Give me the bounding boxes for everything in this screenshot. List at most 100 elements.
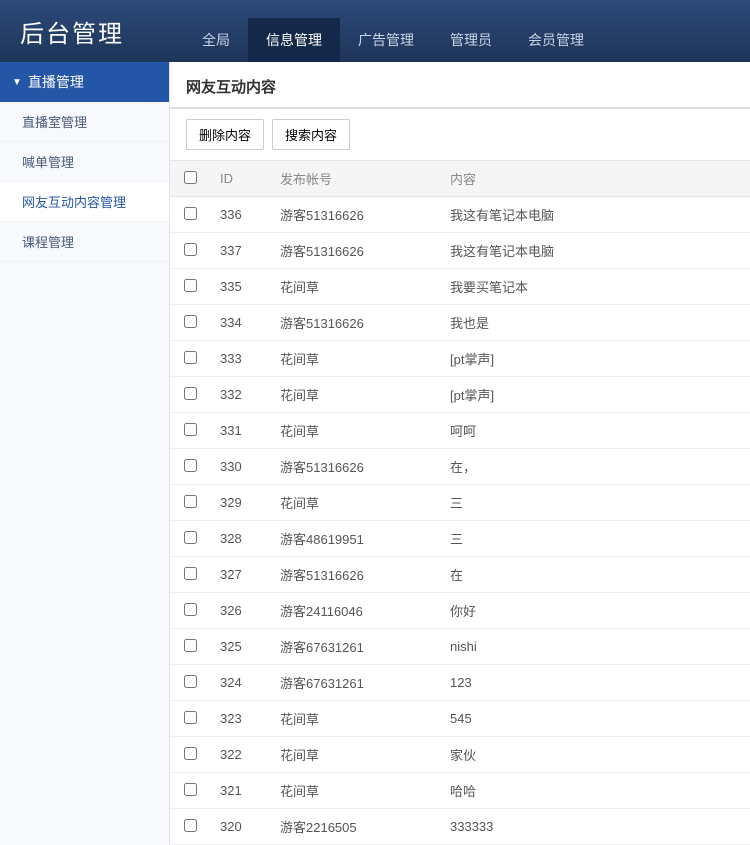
- table-row: 334游客51316626我也是: [170, 305, 750, 341]
- sidebar-item[interactable]: 直播室管理: [0, 102, 169, 142]
- cell-content: 123: [440, 665, 750, 701]
- row-checkbox[interactable]: [184, 495, 197, 508]
- cell-id: 333: [210, 341, 270, 377]
- sidebar-items: 直播室管理喊单管理网友互动内容管理课程管理: [0, 102, 169, 262]
- chevron-down-icon: ▼: [12, 77, 22, 88]
- cell-user: 游客67631261: [270, 665, 440, 701]
- main-nav-item[interactable]: 管理员: [432, 18, 510, 62]
- cell-user: 花间草: [270, 485, 440, 521]
- logo: 后台管理: [20, 14, 124, 49]
- table-row: 321花间草哈哈: [170, 773, 750, 809]
- cell-id: 320: [210, 809, 270, 845]
- cell-content: nishi: [440, 629, 750, 665]
- col-header-content: 内容: [440, 161, 750, 197]
- cell-id: 328: [210, 521, 270, 557]
- cell-content: 333333: [440, 809, 750, 845]
- row-checkbox[interactable]: [184, 747, 197, 760]
- cell-content: 我这有笔记本电脑: [440, 233, 750, 269]
- table-row: 323花间草545: [170, 701, 750, 737]
- cell-id: 326: [210, 593, 270, 629]
- cell-content: 我要买笔记本: [440, 269, 750, 305]
- row-checkbox[interactable]: [184, 243, 197, 256]
- main-nav-item[interactable]: 会员管理: [510, 18, 602, 62]
- table-row: 330游客51316626在，: [170, 449, 750, 485]
- cell-content: 呵呵: [440, 413, 750, 449]
- cell-user: 游客67631261: [270, 629, 440, 665]
- sidebar-item[interactable]: 网友互动内容管理: [0, 182, 169, 222]
- header: 后台管理 全局信息管理广告管理管理员会员管理: [0, 0, 750, 62]
- table-row: 336游客51316626我这有笔记本电脑: [170, 197, 750, 233]
- row-checkbox[interactable]: [184, 531, 197, 544]
- table-row: 329花间草三: [170, 485, 750, 521]
- cell-user: 游客51316626: [270, 197, 440, 233]
- cell-content: 545: [440, 701, 750, 737]
- page-title: 网友互动内容: [170, 62, 750, 109]
- cell-id: 334: [210, 305, 270, 341]
- cell-user: 花间草: [270, 377, 440, 413]
- table-row: 320游客2216505333333: [170, 809, 750, 845]
- cell-content: 三: [440, 485, 750, 521]
- row-checkbox[interactable]: [184, 423, 197, 436]
- row-checkbox[interactable]: [184, 567, 197, 580]
- cell-content: 三: [440, 521, 750, 557]
- cell-user: 花间草: [270, 413, 440, 449]
- cell-id: 321: [210, 773, 270, 809]
- table-row: 324游客67631261123: [170, 665, 750, 701]
- row-checkbox[interactable]: [184, 639, 197, 652]
- content: 网友互动内容 删除内容 搜索内容 ID 发布帐号 内容 336游客5131662…: [170, 62, 750, 845]
- cell-id: 322: [210, 737, 270, 773]
- row-checkbox[interactable]: [184, 783, 197, 796]
- cell-user: 游客24116046: [270, 593, 440, 629]
- cell-user: 花间草: [270, 701, 440, 737]
- cell-content: [pt掌声]: [440, 377, 750, 413]
- cell-id: 331: [210, 413, 270, 449]
- cell-user: 花间草: [270, 269, 440, 305]
- cell-user: 花间草: [270, 737, 440, 773]
- search-button[interactable]: 搜索内容: [272, 119, 350, 150]
- sidebar: ▼ 直播管理 直播室管理喊单管理网友互动内容管理课程管理: [0, 62, 170, 845]
- sidebar-item[interactable]: 课程管理: [0, 222, 169, 262]
- col-header-check: [170, 161, 210, 197]
- sidebar-group-header[interactable]: ▼ 直播管理: [0, 62, 169, 102]
- cell-user: 游客51316626: [270, 449, 440, 485]
- cell-id: 329: [210, 485, 270, 521]
- row-checkbox[interactable]: [184, 675, 197, 688]
- table-row: 327游客51316626在: [170, 557, 750, 593]
- row-checkbox[interactable]: [184, 711, 197, 724]
- cell-user: 游客48619951: [270, 521, 440, 557]
- row-checkbox[interactable]: [184, 315, 197, 328]
- cell-content: [pt掌声]: [440, 341, 750, 377]
- table-row: 326游客24116046你好: [170, 593, 750, 629]
- select-all-checkbox[interactable]: [184, 171, 197, 184]
- cell-content: 我也是: [440, 305, 750, 341]
- main-nav-item[interactable]: 广告管理: [340, 18, 432, 62]
- row-checkbox[interactable]: [184, 207, 197, 220]
- main-nav: 全局信息管理广告管理管理员会员管理: [184, 0, 602, 62]
- cell-content: 我这有笔记本电脑: [440, 197, 750, 233]
- row-checkbox[interactable]: [184, 351, 197, 364]
- row-checkbox[interactable]: [184, 819, 197, 832]
- delete-button[interactable]: 删除内容: [186, 119, 264, 150]
- table-row: 331花间草呵呵: [170, 413, 750, 449]
- sidebar-group-title: 直播管理: [28, 72, 84, 92]
- cell-content: 在: [440, 557, 750, 593]
- cell-user: 花间草: [270, 773, 440, 809]
- main-nav-item[interactable]: 信息管理: [248, 18, 340, 62]
- data-table: ID 发布帐号 内容 336游客51316626我这有笔记本电脑337游客513…: [170, 160, 750, 845]
- main-nav-item[interactable]: 全局: [184, 18, 248, 62]
- table-row: 333花间草[pt掌声]: [170, 341, 750, 377]
- col-header-id: ID: [210, 161, 270, 197]
- cell-id: 330: [210, 449, 270, 485]
- cell-user: 游客51316626: [270, 233, 440, 269]
- row-checkbox[interactable]: [184, 459, 197, 472]
- cell-id: 327: [210, 557, 270, 593]
- row-checkbox[interactable]: [184, 603, 197, 616]
- row-checkbox[interactable]: [184, 387, 197, 400]
- cell-id: 335: [210, 269, 270, 305]
- cell-id: 332: [210, 377, 270, 413]
- table-body: 336游客51316626我这有笔记本电脑337游客51316626我这有笔记本…: [170, 197, 750, 845]
- cell-user: 游客51316626: [270, 557, 440, 593]
- table-row: 337游客51316626我这有笔记本电脑: [170, 233, 750, 269]
- sidebar-item[interactable]: 喊单管理: [0, 142, 169, 182]
- row-checkbox[interactable]: [184, 279, 197, 292]
